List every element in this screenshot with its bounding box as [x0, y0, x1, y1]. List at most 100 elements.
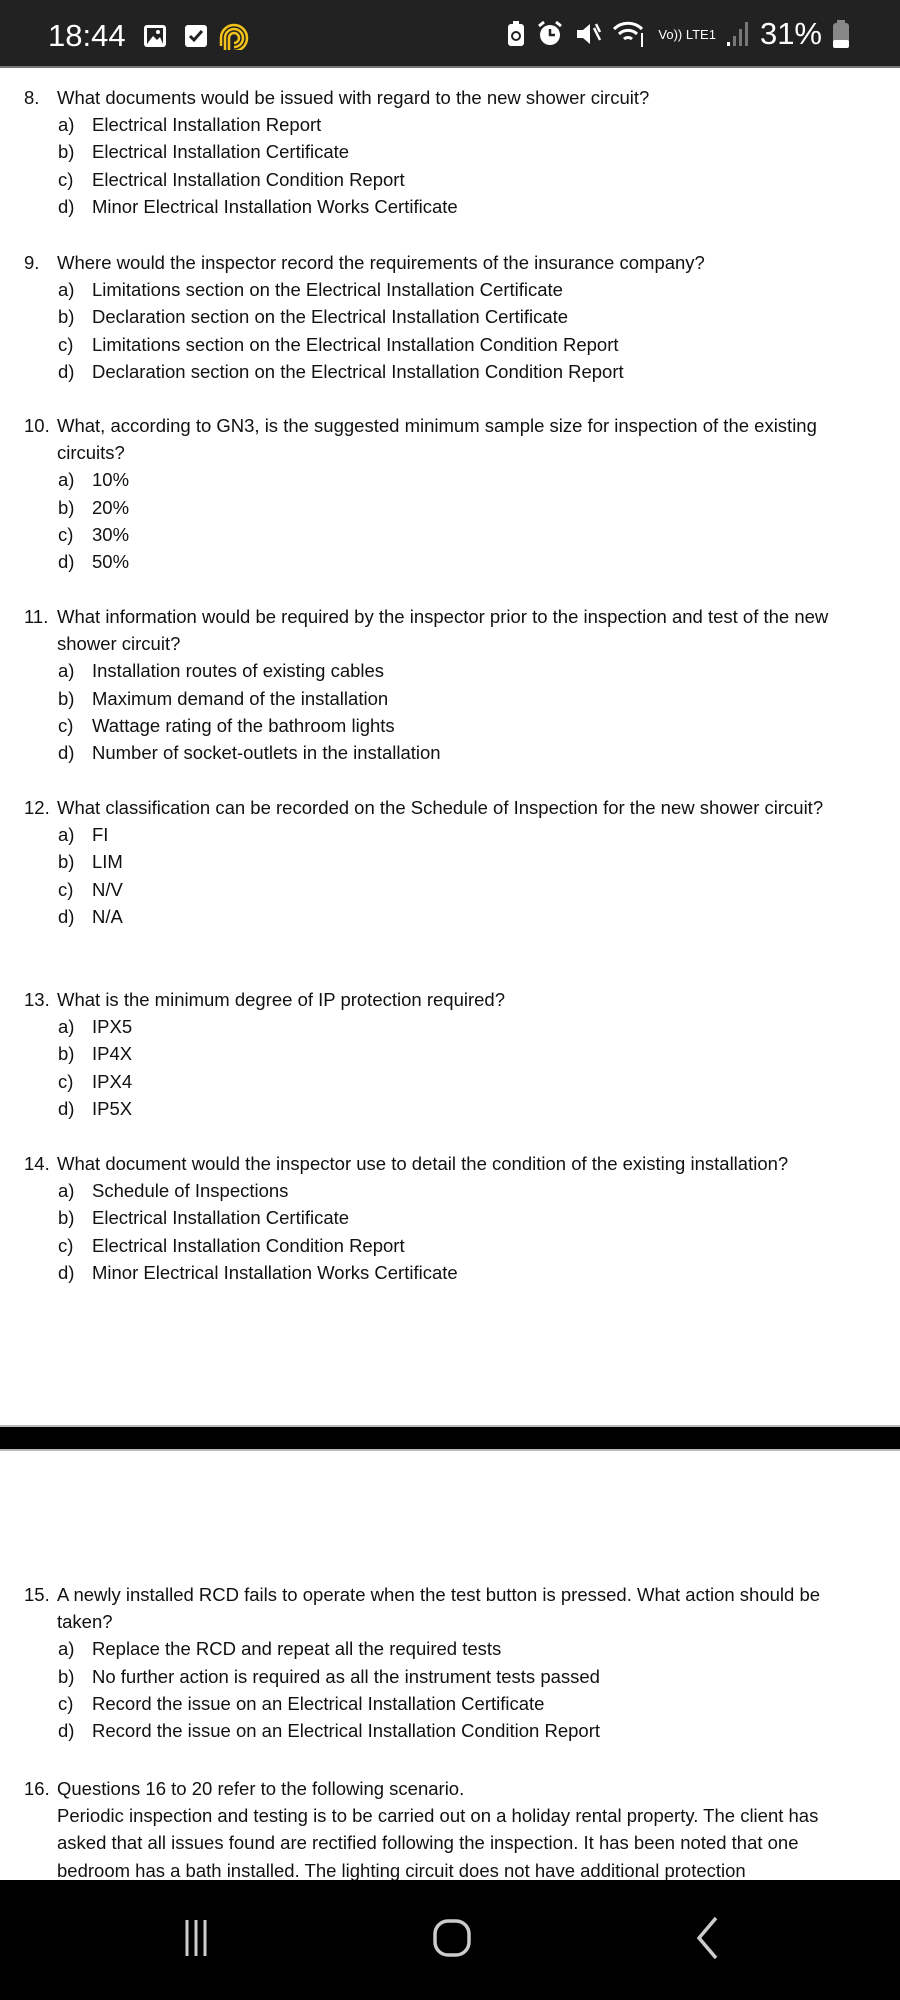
option-text: Installation routes of existing cables — [92, 660, 385, 682]
option-letter: d) — [58, 905, 75, 927]
option-text: IP5X — [92, 1097, 133, 1119]
option-text: Electrical Installation Report — [92, 114, 322, 136]
option-letter: d) — [58, 1720, 75, 1742]
option-letter: a) — [58, 114, 75, 136]
battery-icon — [833, 20, 849, 48]
answer-option: a) FI — [57, 821, 857, 848]
option-letter: d) — [58, 195, 75, 217]
option-letter: b) — [58, 851, 75, 873]
fingerprint-app-icon — [219, 23, 249, 50]
option-text: Record the issue on an Electrical Instal… — [92, 1720, 601, 1742]
back-icon[interactable] — [694, 1916, 720, 1965]
option-text: Electrical Installation Condition Report — [92, 168, 405, 190]
option-text: Number of socket-outlets in the installa… — [92, 742, 441, 764]
answer-option: a) Limitations section on the Electrical … — [57, 276, 857, 303]
option-letter: b) — [58, 1207, 75, 1229]
answer-option: d) Declaration section on the Electrical … — [57, 358, 857, 385]
signal-icon — [726, 22, 748, 46]
option-letter: b) — [58, 1665, 75, 1687]
question-number: 16. — [24, 1778, 50, 1799]
option-letter: a) — [58, 1638, 75, 1660]
option-text: Electrical Installation Certificate — [92, 1207, 350, 1229]
option-letter: b) — [58, 687, 75, 709]
option-letter: a) — [58, 469, 75, 491]
option-text: LIM — [92, 851, 123, 873]
answer-option: d) 50% — [57, 548, 857, 575]
option-text: No further action is required as all the… — [92, 1665, 600, 1687]
option-text: Wattage rating of the bathroom lights — [92, 714, 395, 736]
question-15: 15. A newly installed RCD fails to operat… — [0, 1581, 900, 1744]
recent-apps-icon[interactable] — [184, 1918, 208, 1963]
option-letter: a) — [58, 1016, 75, 1038]
answer-option: d) N/A — [57, 903, 857, 930]
option-text: Replace the RCD and repeat all the requi… — [92, 1638, 502, 1660]
option-text: Minor Electrical Installation Works Cert… — [92, 195, 458, 217]
answer-option: d) Minor Electrical Installation Works Ce… — [57, 193, 857, 220]
gallery-icon — [144, 25, 166, 47]
question-number: 14. — [24, 1153, 50, 1174]
answer-option: d) Minor Electrical Installation Works Ce… — [57, 1259, 857, 1286]
answer-option: b) Electrical Installation Certificate — [57, 1204, 857, 1231]
answer-option: c) Wattage rating of the bathroom lights — [57, 712, 857, 739]
option-text: Declaration section on the Electrical In… — [92, 360, 624, 382]
question-text: What is the minimum degree of IP protect… — [57, 989, 505, 1010]
option-text: IP4X — [92, 1043, 133, 1065]
option-letter: b) — [58, 306, 75, 328]
answer-option: c) N/V — [57, 876, 857, 903]
option-text: Minor Electrical Installation Works Cert… — [92, 1261, 458, 1283]
question-12: 12. What classification can be recorded o… — [0, 794, 900, 930]
question-14: 14. What document would the inspector use… — [0, 1150, 900, 1286]
option-letter: d) — [58, 1097, 75, 1119]
network-label: Vo)) LTE1 — [658, 26, 716, 42]
question-number: 8. — [24, 87, 40, 108]
answer-option: c) 30% — [57, 521, 857, 548]
option-text: Declaration section on the Electrical In… — [92, 306, 569, 328]
option-text: IPX5 — [92, 1016, 133, 1038]
option-text: N/V — [92, 878, 123, 900]
option-letter: c) — [58, 714, 74, 736]
option-text: Electrical Installation Condition Report — [92, 1234, 405, 1256]
question-text: What, according to GN3, is the suggested… — [57, 415, 817, 464]
question-8: 8. What documents would be issued with re… — [0, 84, 900, 220]
question-text: Questions 16 to 20 refer to the followin… — [57, 1778, 465, 1799]
option-letter: d) — [58, 551, 75, 573]
checkbox-icon — [185, 25, 207, 47]
question-text: Where would the inspector record the req… — [57, 252, 705, 273]
answer-option: c) Electrical Installation Condition Repo… — [57, 166, 857, 193]
question-number: 12. — [24, 797, 50, 818]
option-text: IPX4 — [92, 1070, 133, 1092]
home-icon[interactable] — [432, 1918, 472, 1963]
battery-saver-icon — [508, 21, 525, 46]
navigation-bar — [0, 1880, 900, 2000]
answer-option: b) IP4X — [57, 1040, 857, 1067]
status-bar: 18:44 Vo)) LTE1 31% — [0, 0, 900, 66]
option-letter: a) — [58, 279, 75, 301]
question-number: 10. — [24, 415, 50, 436]
status-icons: Vo)) LTE1 31% — [506, 16, 850, 52]
question-number: 11. — [24, 606, 49, 627]
option-letter: c) — [58, 878, 74, 900]
question-10: 10. What, according to GN3, is the sugges… — [0, 412, 900, 575]
option-text: Limitations section on the Electrical In… — [92, 279, 563, 301]
option-letter: c) — [58, 523, 74, 545]
answer-option: d) Number of socket-outlets in the instal… — [57, 739, 857, 766]
status-divider — [0, 66, 900, 68]
answer-option: d) Record the issue on an Electrical Inst… — [57, 1717, 857, 1744]
answer-option: a) Electrical Installation Report — [57, 111, 857, 138]
answer-option: b) LIM — [57, 848, 857, 875]
option-text: Limitations section on the Electrical In… — [92, 333, 619, 355]
clock: 18:44 — [48, 18, 126, 53]
option-text: 10% — [92, 469, 130, 491]
question-number: 15. — [24, 1584, 50, 1605]
question-number: 13. — [24, 989, 50, 1010]
answer-option: c) Electrical Installation Condition Repo… — [57, 1232, 857, 1259]
option-text: 30% — [92, 523, 130, 545]
option-letter: a) — [58, 660, 75, 682]
option-text: Schedule of Inspections — [92, 1180, 289, 1202]
answer-option: a) 10% — [57, 466, 857, 493]
answer-option: c) IPX4 — [57, 1068, 857, 1095]
option-letter: c) — [58, 1234, 74, 1256]
answer-option: b) Electrical Installation Certificate — [57, 138, 857, 165]
option-text: Electrical Installation Certificate — [92, 141, 350, 163]
option-letter: b) — [58, 141, 75, 163]
